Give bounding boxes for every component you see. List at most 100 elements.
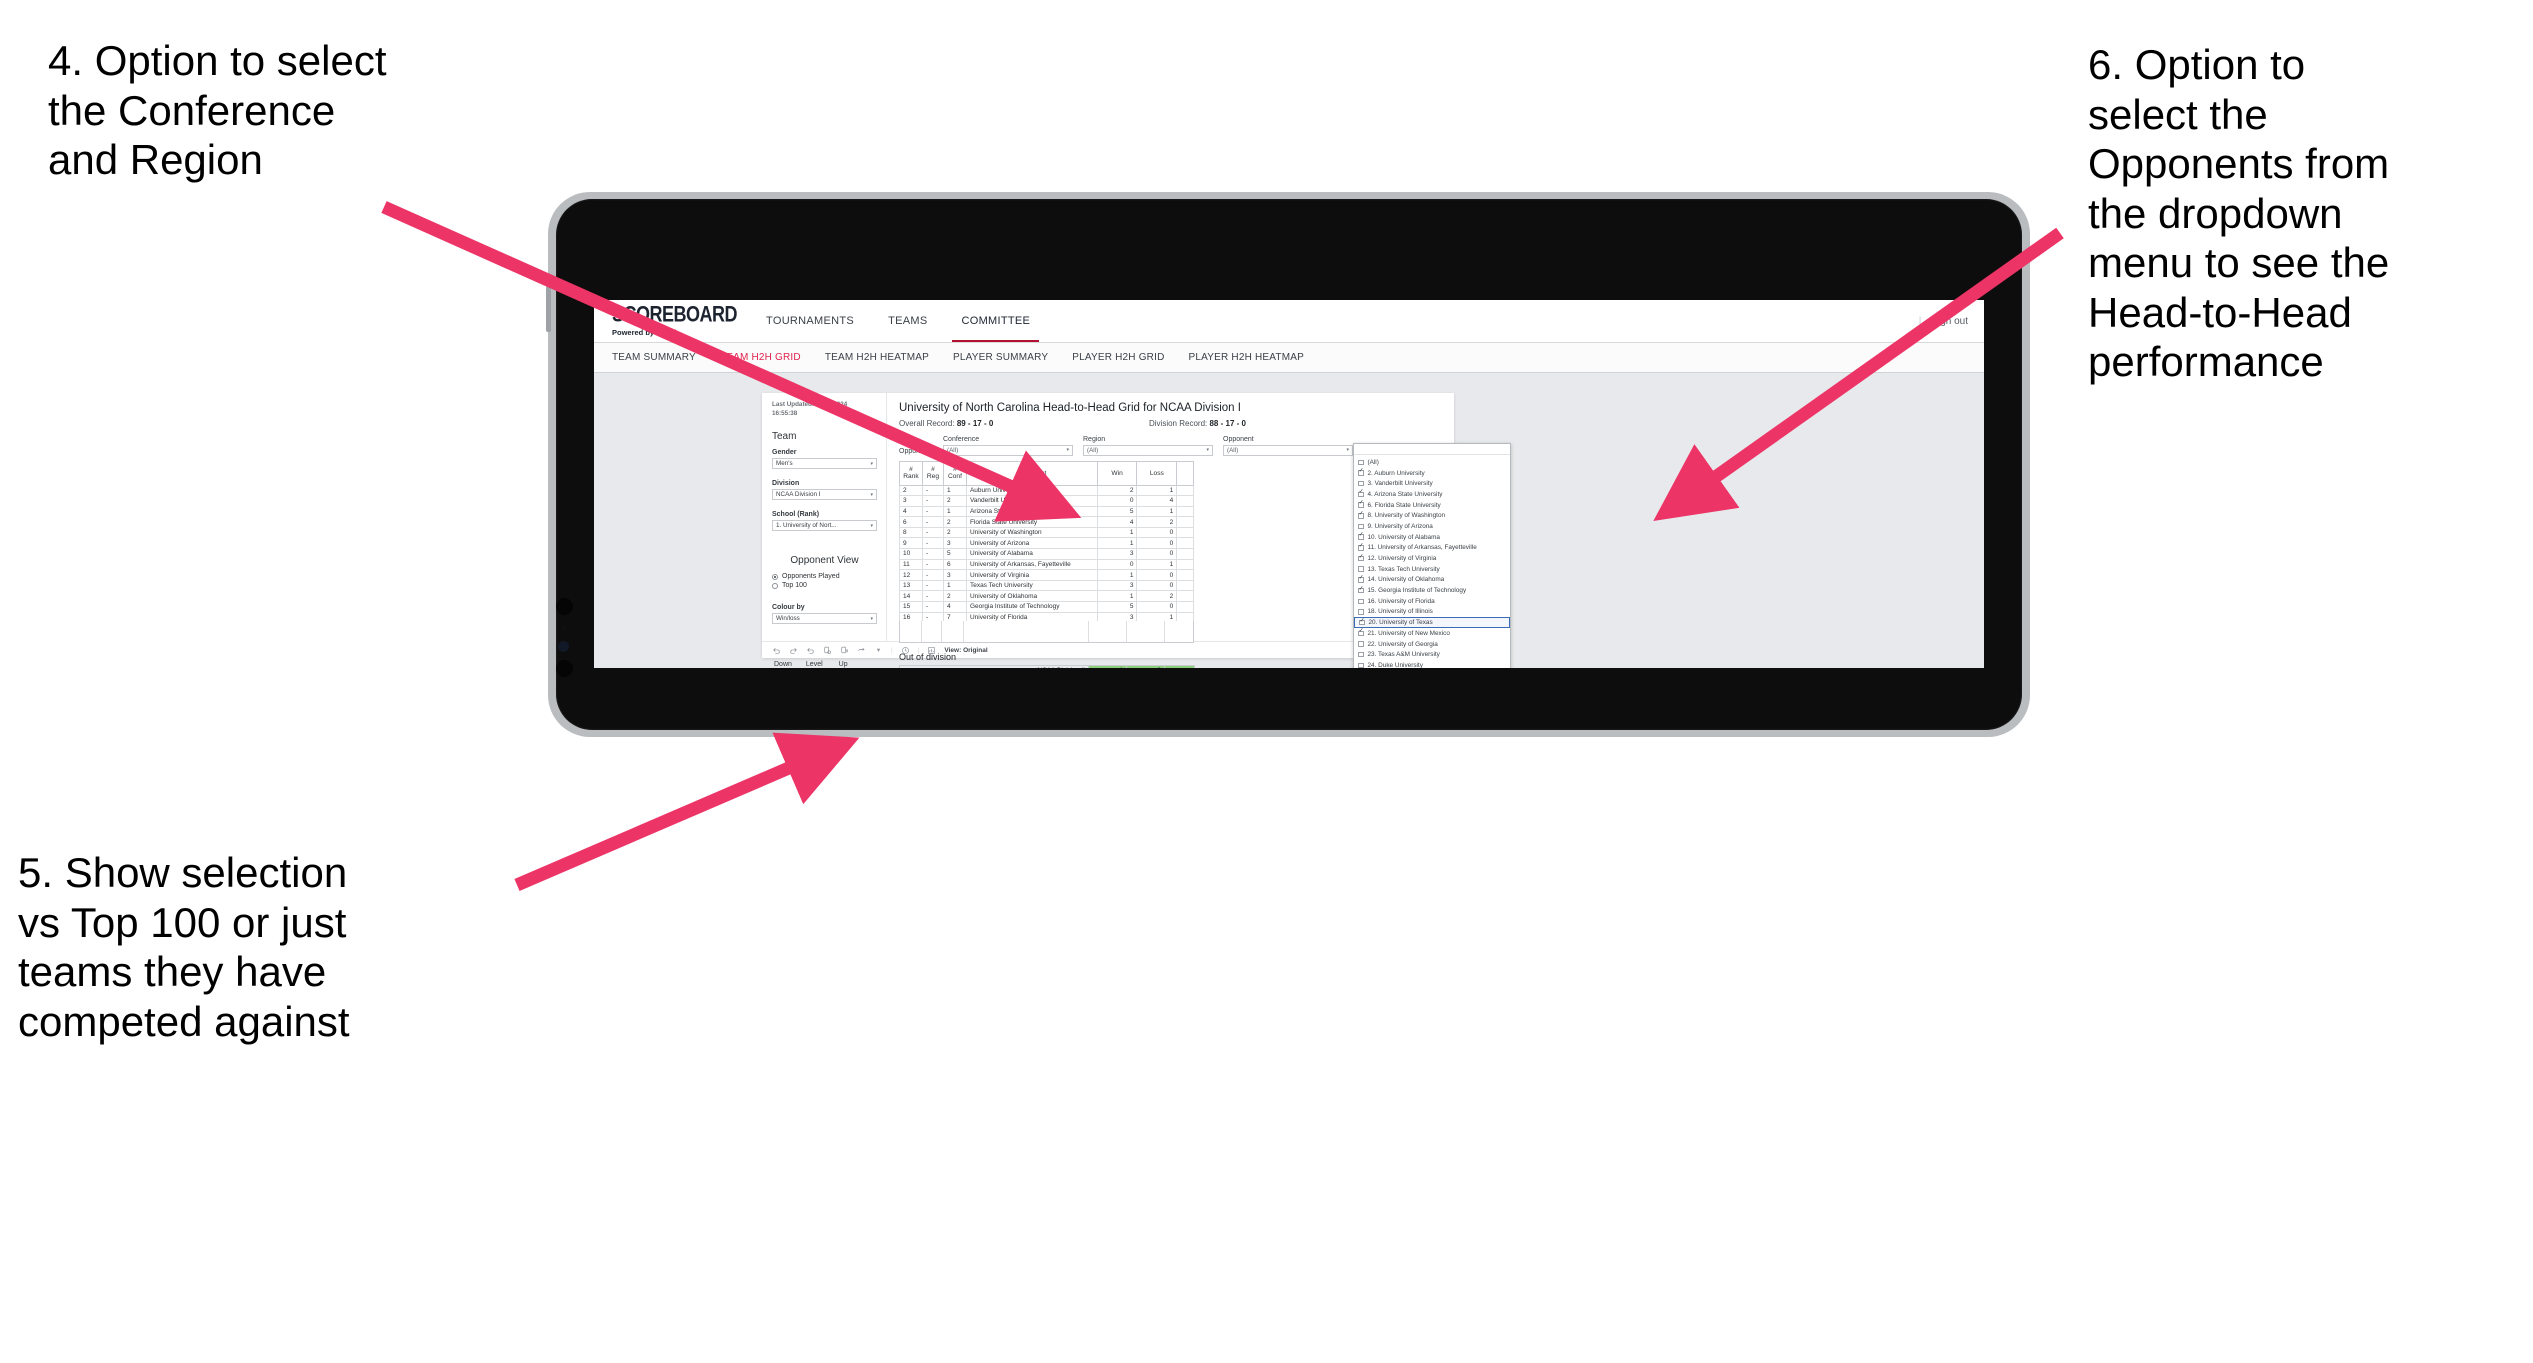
cell-conf: 2 bbox=[942, 590, 967, 603]
table-row[interactable]: 15-4 Georgia Institute of Technology 5 0 bbox=[899, 601, 1194, 613]
checkbox-checked-icon[interactable] bbox=[1358, 490, 1364, 498]
table-row[interactable]: 3-2 Vanderbilt University 0 4 bbox=[899, 495, 1194, 507]
subnav-team-summary[interactable]: TEAM SUMMARY bbox=[612, 352, 696, 363]
table-row[interactable]: 14-2 University of Oklahoma 1 2 bbox=[899, 590, 1194, 603]
cell-reg: - bbox=[922, 558, 944, 571]
opponent-dropdown-search[interactable] bbox=[1354, 444, 1510, 455]
nav-item-tournaments[interactable]: TOURNAMENTS bbox=[749, 300, 871, 342]
opponent-select[interactable]: (All) ▾ bbox=[1223, 444, 1353, 456]
table-header-row: # Rank # Reg # Conf Opponent Win Loss bbox=[899, 460, 1194, 486]
checkbox-checked-icon[interactable] bbox=[1358, 532, 1364, 540]
checkbox-checked-icon[interactable] bbox=[1358, 500, 1364, 508]
opponent-dropdown-item[interactable]: 14. University of Oklahoma bbox=[1354, 575, 1510, 586]
region-select[interactable]: (All) ▾ bbox=[1083, 444, 1213, 456]
division-select[interactable]: NCAA Division I ▾ bbox=[772, 489, 877, 500]
checkbox-unchecked-icon[interactable] bbox=[1358, 523, 1364, 530]
table-row[interactable]: 9-3 University of Arizona 1 0 bbox=[899, 537, 1194, 550]
school-rank-label: School (Rank) bbox=[772, 511, 820, 518]
checkbox-checked-icon[interactable] bbox=[1358, 629, 1364, 637]
opponent-dropdown-item[interactable]: 22. University of Georgia bbox=[1354, 639, 1510, 650]
opponent-dropdown-item[interactable]: 24. Duke University bbox=[1354, 660, 1510, 668]
subnav-team-h2h-grid[interactable]: TEAM H2H GRID bbox=[720, 352, 801, 363]
table-row[interactable]: 12-3 University of Virginia 1 0 bbox=[899, 569, 1194, 581]
checkbox-checked-icon[interactable] bbox=[1358, 468, 1364, 476]
opponent-dropdown-item[interactable]: 4. Arizona State University bbox=[1354, 489, 1510, 500]
opponent-dropdown-item[interactable]: 8. University of Washington bbox=[1354, 510, 1510, 521]
opponent-dropdown-item[interactable]: 9. University of Arizona bbox=[1354, 521, 1510, 532]
opponent-dropdown-item[interactable]: 3. Vanderbilt University bbox=[1354, 478, 1510, 489]
radio-top-100[interactable]: Top 100 bbox=[772, 582, 877, 589]
table-row[interactable]: 11-6 University of Arkansas, Fayetteville… bbox=[899, 558, 1194, 571]
table-row[interactable]: 4-1 Arizona State University 5 1 bbox=[899, 505, 1194, 518]
refresh-data-icon[interactable] bbox=[823, 646, 832, 655]
opponent-dropdown-item[interactable]: 2. Auburn University bbox=[1354, 468, 1510, 479]
table-row[interactable]: 10-5 University of Alabama 3 0 bbox=[899, 548, 1194, 560]
checkbox-unchecked-icon[interactable] bbox=[1358, 651, 1364, 658]
subnav-player-summary[interactable]: PLAYER SUMMARY bbox=[953, 352, 1048, 363]
checkbox-checked-icon[interactable] bbox=[1358, 543, 1364, 551]
opponent-dropdown-item[interactable]: 20. University of Texas bbox=[1354, 617, 1510, 628]
cell-conf: 7 bbox=[942, 611, 967, 621]
opponent-dropdown-item[interactable]: 12. University of Virginia bbox=[1354, 553, 1510, 564]
chevron-down-icon[interactable]: ▾ bbox=[874, 646, 883, 655]
opponent-dropdown-item[interactable]: 18. University of Illinois bbox=[1354, 607, 1510, 618]
tablet-screen: SCOREBOARD Powered by Flood TOURNAMENTS … bbox=[594, 300, 1984, 668]
secondary-nav: TEAM SUMMARY TEAM H2H GRID TEAM H2H HEAT… bbox=[594, 343, 1984, 373]
colour-by-select[interactable]: Win/loss ▾ bbox=[772, 613, 877, 624]
checkbox-unchecked-icon[interactable] bbox=[1358, 566, 1364, 572]
legend-down-label: Down bbox=[774, 661, 792, 668]
cell-reg: - bbox=[922, 526, 944, 539]
radio-opponents-played[interactable]: Opponents Played bbox=[772, 573, 877, 580]
opponent-dropdown-item[interactable]: 16. University of Florida bbox=[1354, 596, 1510, 607]
pause-data-icon[interactable] bbox=[840, 646, 849, 655]
sign-out-link[interactable]: Sign out bbox=[1931, 316, 1968, 327]
checkbox-checked-icon[interactable] bbox=[1358, 586, 1364, 594]
table-row[interactable]: 16-7 University of Florida 3 1 bbox=[899, 611, 1194, 621]
radio-top-100-label: Top 100 bbox=[782, 582, 807, 589]
cell-spacer bbox=[1176, 569, 1194, 581]
checkbox-unchecked-icon[interactable] bbox=[1358, 598, 1364, 605]
opponent-dropdown-item[interactable]: 10. University of Alabama bbox=[1354, 532, 1510, 543]
opponent-dropdown-item[interactable]: 11. University of Arkansas, Fayetteville bbox=[1354, 543, 1510, 554]
opponent-dropdown-item[interactable]: 6. Florida State University bbox=[1354, 500, 1510, 511]
brand-logo[interactable]: SCOREBOARD Powered by Flood bbox=[594, 300, 749, 342]
opponent-dropdown-item[interactable]: 21. University of New Mexico bbox=[1354, 628, 1510, 639]
table-row[interactable]: 13-1 Texas Tech University 3 0 bbox=[899, 579, 1194, 592]
checkbox-unchecked-icon[interactable] bbox=[1358, 480, 1364, 487]
checkbox-unchecked-icon[interactable] bbox=[1358, 641, 1364, 647]
checkbox-unchecked-icon[interactable] bbox=[1358, 662, 1364, 668]
checkbox-unchecked-icon[interactable] bbox=[1358, 459, 1364, 466]
checkbox-checked-icon[interactable] bbox=[1359, 618, 1365, 626]
conference-select[interactable]: (All) ▾ bbox=[943, 444, 1073, 456]
table-row[interactable]: 8-2 University of Washington 1 0 bbox=[899, 526, 1194, 539]
checkbox-checked-icon[interactable] bbox=[1358, 554, 1364, 562]
nav-item-teams[interactable]: TEAMS bbox=[871, 300, 944, 342]
opponent-dropdown-item[interactable]: 23. Texas A&M University bbox=[1354, 649, 1510, 660]
opponent-dropdown-list[interactable]: (All) 2. Auburn University 3. Vanderbilt U… bbox=[1354, 455, 1510, 668]
tablet-power-button bbox=[546, 286, 551, 332]
cell-rank: 3 bbox=[899, 495, 924, 507]
out-of-division-row[interactable]: NCAA Division II10 bbox=[899, 664, 1195, 668]
checkbox-checked-icon[interactable] bbox=[1358, 575, 1364, 583]
checkbox-checked-icon[interactable] bbox=[1358, 511, 1364, 519]
table-row[interactable]: 2-1 Auburn University 2 1 bbox=[899, 484, 1194, 497]
undo-icon[interactable] bbox=[772, 646, 781, 655]
subnav-player-h2h-grid[interactable]: PLAYER H2H GRID bbox=[1072, 352, 1164, 363]
opponent-dropdown-item-label: 8. University of Washington bbox=[1367, 512, 1446, 520]
opponent-dropdown-item[interactable]: 13. Texas Tech University bbox=[1354, 564, 1510, 575]
cell-spacer bbox=[1176, 601, 1194, 613]
subnav-player-h2h-heatmap[interactable]: PLAYER H2H HEATMAP bbox=[1189, 352, 1304, 363]
school-rank-select[interactable]: 1. University of Nort... ▾ bbox=[772, 520, 877, 531]
redo-icon[interactable] bbox=[789, 646, 798, 655]
nav-item-committee[interactable]: COMMITTEE bbox=[944, 300, 1047, 342]
subnav-team-h2h-heatmap[interactable]: TEAM H2H HEATMAP bbox=[825, 352, 929, 363]
share-icon[interactable] bbox=[857, 646, 866, 655]
gender-select[interactable]: Men's ▾ bbox=[772, 458, 877, 469]
revert-icon[interactable] bbox=[806, 646, 815, 655]
table-row[interactable]: 6-2 Florida State University 4 2 bbox=[899, 516, 1194, 528]
cell-win: 5 bbox=[1096, 505, 1138, 518]
opponent-dropdown-item[interactable]: 15. Georgia Institute of Technology bbox=[1354, 585, 1510, 596]
opponent-dropdown-item[interactable]: (All) bbox=[1354, 457, 1510, 468]
opponent-dropdown-panel[interactable]: (All) 2. Auburn University 3. Vanderbilt U… bbox=[1353, 443, 1511, 668]
checkbox-unchecked-icon[interactable] bbox=[1358, 609, 1364, 615]
